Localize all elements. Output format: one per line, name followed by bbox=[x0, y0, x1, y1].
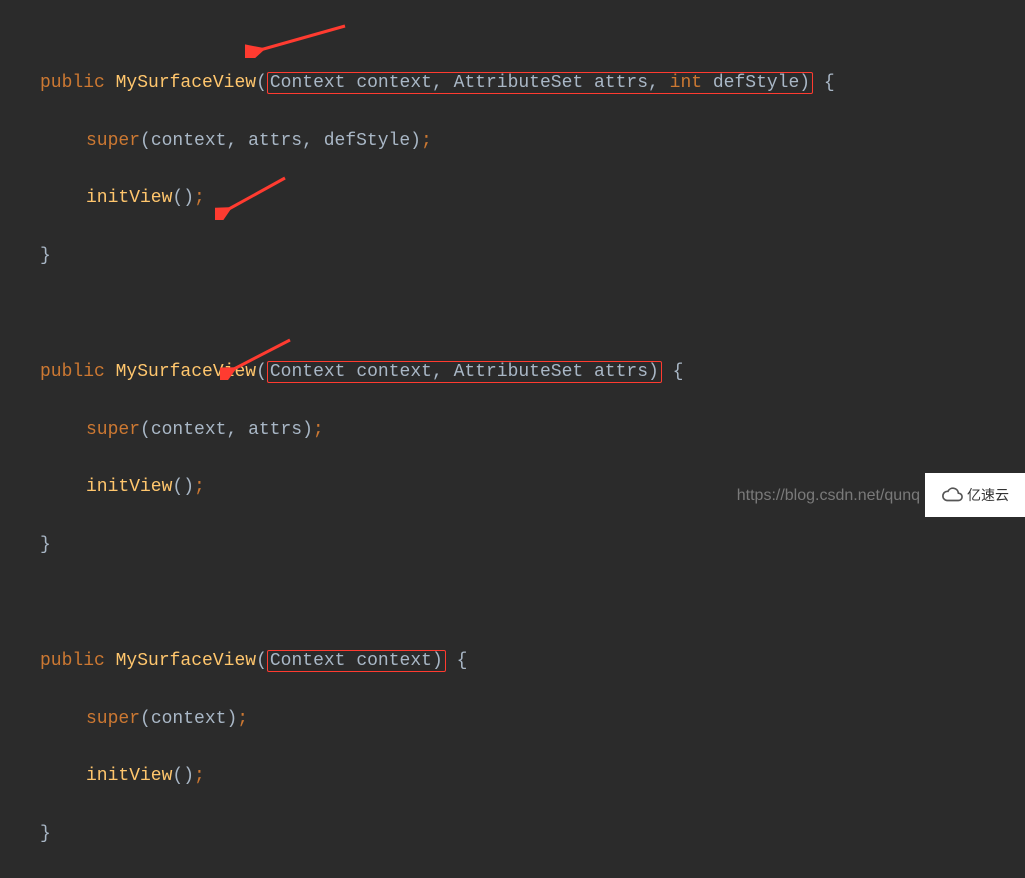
constructor-name: MySurfaceView bbox=[116, 73, 256, 93]
code-block: public MySurfaceView(Context context, At… bbox=[0, 0, 1025, 878]
params-box-2: Context context, AttributeSet attrs) bbox=[267, 361, 662, 383]
keyword-super: super bbox=[86, 131, 140, 151]
watermark-logo-text: 亿速云 bbox=[967, 484, 1009, 506]
code-line: } bbox=[40, 242, 1025, 271]
code-line: initView(); bbox=[40, 762, 1025, 791]
code-line: super(context); bbox=[40, 705, 1025, 734]
params-box-1: Context context, AttributeSet attrs, int… bbox=[267, 72, 813, 94]
code-line: } bbox=[40, 531, 1025, 560]
code-line: public MySurfaceView(Context context) { bbox=[40, 647, 1025, 676]
code-line: public MySurfaceView(Context context, At… bbox=[40, 69, 1025, 98]
method-call: initView bbox=[86, 188, 172, 208]
blank-line bbox=[40, 589, 1025, 618]
blank-line bbox=[40, 300, 1025, 329]
code-line: public MySurfaceView(Context context, At… bbox=[40, 358, 1025, 387]
params-box-3: Context context) bbox=[267, 650, 446, 672]
code-line: super(context, attrs, defStyle); bbox=[40, 127, 1025, 156]
watermark-logo: 亿速云 bbox=[925, 473, 1025, 517]
keyword-public: public bbox=[40, 73, 105, 93]
keyword-int: int bbox=[670, 73, 702, 93]
code-line: initView(); bbox=[40, 184, 1025, 213]
cloud-icon bbox=[941, 484, 963, 506]
code-line: super(context, attrs); bbox=[40, 416, 1025, 445]
code-line: } bbox=[40, 820, 1025, 849]
watermark-url: https://blog.csdn.net/qunq bbox=[737, 483, 920, 509]
